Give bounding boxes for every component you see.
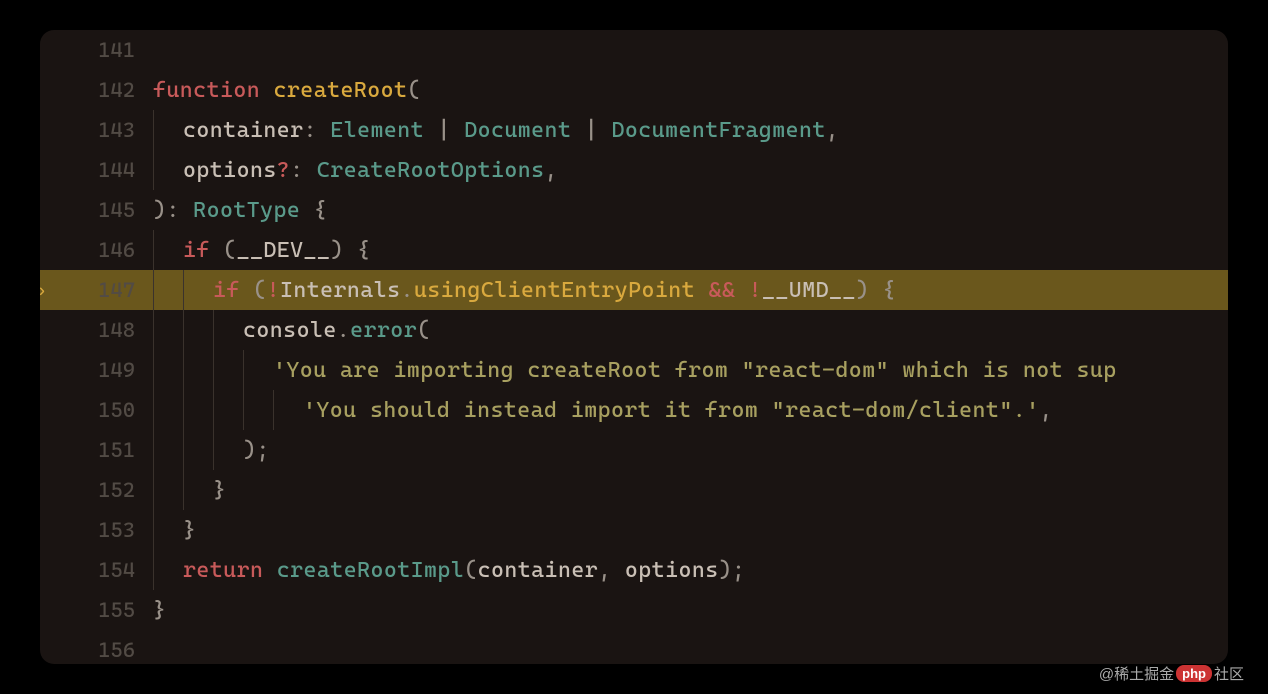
code-line[interactable]: 154 return createRootImpl(container, opti… <box>40 550 1228 590</box>
code-content[interactable]: } <box>153 598 166 623</box>
line-number: 142 <box>40 78 153 102</box>
code-line[interactable]: 153} <box>40 510 1228 550</box>
indent-guides <box>153 430 243 470</box>
code-content[interactable]: 'You are importing createRoot from "reac… <box>273 358 1117 383</box>
line-number: 154 <box>40 558 153 582</box>
line-number: 145 <box>40 198 153 222</box>
code-editor-panel: 141142function createRoot(143container: … <box>40 30 1228 664</box>
line-number: 153 <box>40 518 153 542</box>
code-line[interactable]: 149 'You are importing createRoot from "r… <box>40 350 1228 390</box>
code-content[interactable]: options?: CreateRootOptions, <box>183 158 558 183</box>
code-content[interactable]: function createRoot( <box>153 78 421 103</box>
code-line[interactable]: 142function createRoot( <box>40 70 1228 110</box>
line-number: 148 <box>40 318 153 342</box>
line-number: 143 <box>40 118 153 142</box>
code-content[interactable]: } <box>183 518 196 543</box>
code-line[interactable]: 144 options?: CreateRootOptions, <box>40 150 1228 190</box>
watermark-suffix: 社区 <box>1214 663 1244 684</box>
fold-marker-icon[interactable]: › <box>40 281 46 300</box>
watermark-prefix: @稀土掘金 <box>1099 663 1174 684</box>
indent-guides <box>153 230 183 270</box>
code-line[interactable]: 145): RootType { <box>40 190 1228 230</box>
line-number: 149 <box>40 358 153 382</box>
line-number: 156 <box>40 638 153 662</box>
indent-guides <box>153 510 183 550</box>
line-number: 155 <box>40 598 153 622</box>
code-line[interactable]: 152} <box>40 470 1228 510</box>
watermark: @稀土掘金 php 社区 <box>1099 663 1244 684</box>
code-content[interactable]: if (__DEV__) { <box>183 238 370 263</box>
indent-guides <box>153 350 273 390</box>
code-content[interactable]: console.error( <box>243 318 430 343</box>
code-line[interactable]: 148 console.error( <box>40 310 1228 350</box>
code-line[interactable]: 141 <box>40 30 1228 70</box>
line-number: 147› <box>40 278 153 302</box>
code-content[interactable]: ); <box>243 438 270 463</box>
line-number: 146 <box>40 238 153 262</box>
indent-guides <box>153 310 243 350</box>
line-number: 144 <box>40 158 153 182</box>
code-line[interactable]: 150 'You should instead import it from "r… <box>40 390 1228 430</box>
indent-guides <box>153 470 213 510</box>
indent-guides <box>153 270 213 310</box>
line-number: 150 <box>40 398 153 422</box>
code-content[interactable]: return createRootImpl(container, options… <box>183 558 745 583</box>
indent-guides <box>153 150 183 190</box>
code-content[interactable]: if (!Internals.usingClientEntryPoint && … <box>213 278 896 303</box>
code-line[interactable]: 155} <box>40 590 1228 630</box>
code-line[interactable]: 151); <box>40 430 1228 470</box>
indent-guides <box>153 110 183 150</box>
code-content[interactable]: ): RootType { <box>153 198 327 223</box>
code-content[interactable]: 'You should instead import it from "reac… <box>303 398 1053 423</box>
code-line[interactable]: 146 if (__DEV__) { <box>40 230 1228 270</box>
code-area[interactable]: 141142function createRoot(143container: … <box>40 30 1228 664</box>
code-line[interactable]: 143 container: Element | Document | Docum… <box>40 110 1228 150</box>
watermark-badge: php <box>1176 665 1212 682</box>
indent-guides <box>153 390 303 430</box>
code-content[interactable]: container: Element | Document | Document… <box>183 118 839 143</box>
line-number: 141 <box>40 38 153 62</box>
line-number: 152 <box>40 478 153 502</box>
code-line[interactable]: 147› if (!Internals.usingClientEntryPoint… <box>40 270 1228 310</box>
code-content[interactable]: } <box>213 478 226 503</box>
line-number: 151 <box>40 438 153 462</box>
code-line[interactable]: 156 <box>40 630 1228 664</box>
indent-guides <box>153 550 183 590</box>
